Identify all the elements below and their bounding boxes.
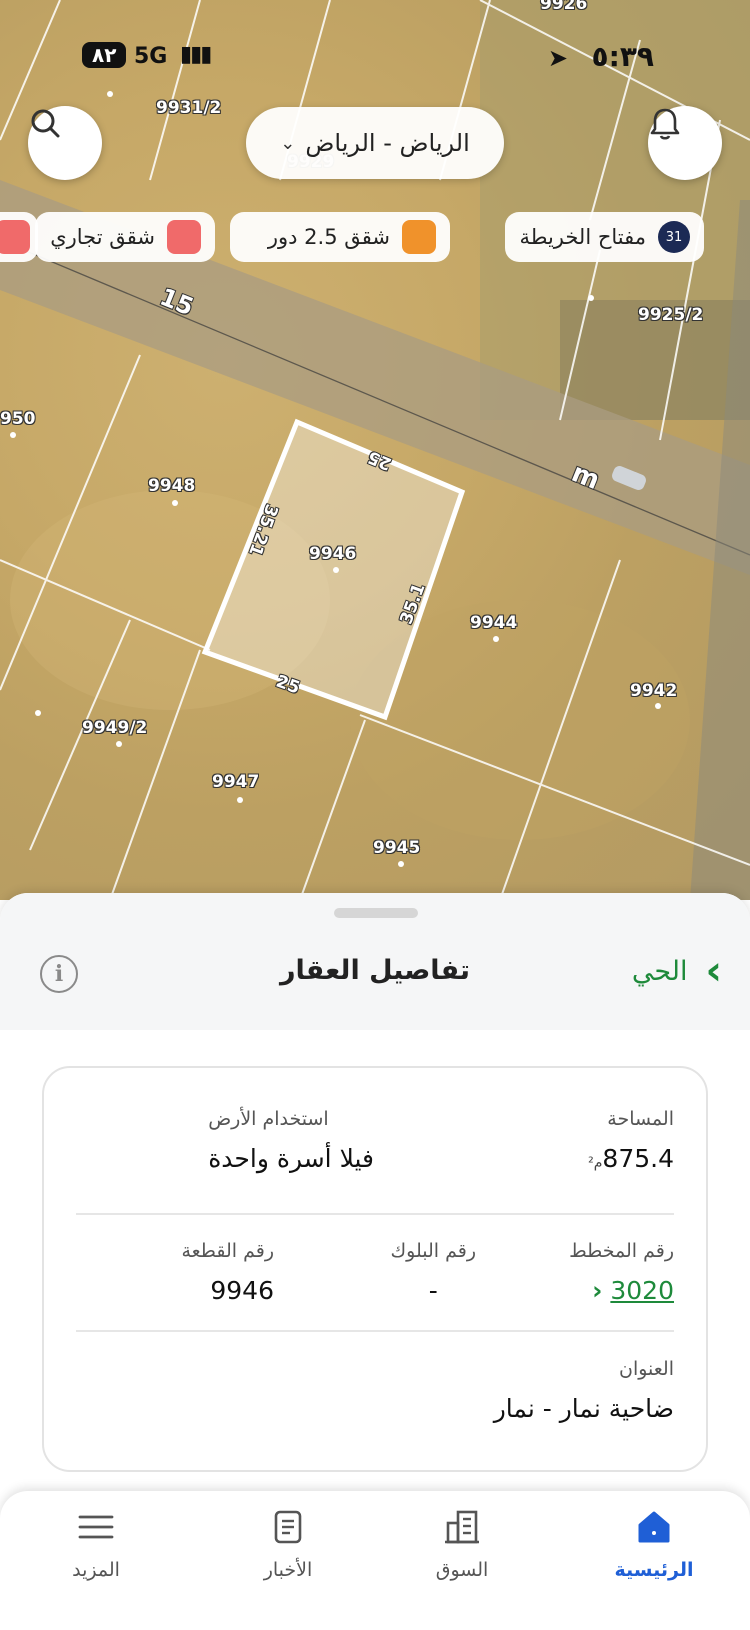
chip-label: شقق تجاري: [50, 225, 155, 249]
block-value: -: [428, 1276, 438, 1305]
divider: [76, 1213, 674, 1215]
tab-label: الأخبار: [263, 1559, 313, 1581]
plot-marker: [10, 432, 16, 438]
land-use-field: استخدام الأرض فيلا أسرة واحدة: [208, 1108, 374, 1173]
signal-icon: ▮▮▮: [180, 42, 212, 67]
building-icon: [445, 1510, 479, 1544]
plot-label: 9944: [470, 613, 518, 633]
filter-chip-commercial-apartments[interactable]: شقق تجاري: [35, 212, 215, 262]
plot-marker: [116, 741, 122, 747]
plot-marker: [107, 91, 113, 97]
menu-icon: [78, 1515, 114, 1539]
plot-marker: [35, 710, 41, 716]
land-use-label: استخدام الأرض: [208, 1108, 329, 1130]
orange-swatch-icon: [402, 220, 436, 254]
neighborhood-label: الحي: [631, 955, 688, 987]
chevron-left-icon: ‹: [592, 1276, 603, 1305]
plot-label: 9945: [373, 838, 421, 858]
block-field: رقم البلوك -: [390, 1240, 476, 1305]
clock: ٥:٣٩: [591, 40, 654, 73]
plot-label: 950: [0, 409, 36, 429]
city-label: الرياض - الرياض: [305, 129, 470, 157]
legend-badge: 31: [658, 221, 690, 253]
plan-label: رقم المخطط: [569, 1240, 674, 1262]
tab-news[interactable]: الأخبار: [228, 1491, 348, 1591]
map-legend-chip[interactable]: 31 مفتاح الخريطة: [505, 212, 704, 262]
filter-chip-partial[interactable]: [0, 212, 38, 262]
parcel-value: 9946: [210, 1276, 274, 1305]
home-icon: [638, 1511, 670, 1543]
tab-label: السوق: [435, 1559, 489, 1581]
tab-label: الرئيسية: [614, 1559, 694, 1581]
tab-more[interactable]: المزيد: [36, 1491, 156, 1591]
red-swatch-icon: [0, 220, 30, 254]
sheet-header: i تفاصيل العقار › الحي: [0, 893, 750, 1030]
location-arrow-icon: ➤: [547, 44, 568, 72]
parcel-field: رقم القطعة 9946: [181, 1240, 274, 1305]
plot-label: 9926: [540, 0, 588, 14]
plan-link[interactable]: 3020‹: [569, 1276, 674, 1305]
red-swatch-icon: [167, 220, 201, 254]
plot-marker: [398, 861, 404, 867]
battery-indicator: ٨٢: [82, 42, 127, 68]
property-card: المساحة 875.4م² استخدام الأرض فيلا أسرة …: [42, 1066, 708, 1472]
parcel-label: رقم القطعة: [181, 1240, 274, 1262]
news-icon: [274, 1510, 302, 1544]
neighborhood-link[interactable]: › الحي: [632, 951, 722, 991]
plot-label: 9947: [212, 772, 260, 792]
plot-label: 9925/2: [638, 305, 704, 325]
area-label: المساحة: [607, 1108, 674, 1130]
land-use-value: فيلا أسرة واحدة: [208, 1144, 374, 1173]
network-label: 5G: [134, 44, 168, 69]
map-view[interactable]: 9926 9931/2 9929 9925/2 950 9948 9946 99…: [0, 0, 750, 900]
plan-field: رقم المخطط 3020‹: [569, 1240, 674, 1305]
tab-market[interactable]: السوق: [402, 1491, 522, 1591]
filter-chips: 31 مفتاح الخريطة شقق 2.5 دور شقق تجاري: [0, 212, 750, 266]
plot-marker: [237, 797, 243, 803]
chevron-right-icon: ›: [705, 948, 722, 994]
address-label: العنوان: [618, 1358, 674, 1380]
block-label: رقم البلوك: [390, 1240, 476, 1262]
divider: [76, 1330, 674, 1332]
plot-label: 9931/2: [156, 98, 222, 118]
plot-label: 9942: [630, 681, 678, 701]
plot-marker: [655, 703, 661, 709]
search-button[interactable]: [28, 106, 102, 180]
chip-label: شقق 2.5 دور: [267, 225, 390, 249]
plot-label: 9949/2: [82, 718, 148, 738]
address-value: ضاحية نمار - نمار: [493, 1394, 674, 1423]
city-selector[interactable]: الرياض - الرياض ⌄: [246, 107, 504, 179]
chevron-down-icon: ⌄: [280, 132, 296, 154]
tab-home[interactable]: الرئيسية: [594, 1491, 714, 1591]
plot-marker: [333, 567, 339, 573]
area-field: المساحة 875.4م²: [584, 1108, 674, 1173]
drag-handle[interactable]: [334, 908, 418, 918]
plot-marker: [172, 500, 178, 506]
plot-marker: [493, 636, 499, 642]
address-field: العنوان ضاحية نمار - نمار: [494, 1358, 674, 1423]
area-value: 875.4م²: [588, 1144, 674, 1173]
plot-marker: [588, 295, 594, 301]
bottom-tab-bar: الرئيسية السوق الأخبار المزيد: [0, 1491, 750, 1630]
selected-plot-label: 9946: [309, 544, 357, 564]
bell-icon: [650, 108, 680, 140]
search-icon: [31, 109, 60, 138]
tab-label: المزيد: [72, 1559, 120, 1581]
plot-label: 9948: [148, 476, 196, 496]
status-bar: ٨٢ 5G ▮▮▮ ➤ ٥:٣٩: [0, 36, 750, 76]
notifications-button[interactable]: [648, 106, 722, 180]
chip-label: مفتاح الخريطة: [519, 225, 646, 249]
filter-chip-apartments-2-5-floors[interactable]: شقق 2.5 دور: [230, 212, 450, 262]
